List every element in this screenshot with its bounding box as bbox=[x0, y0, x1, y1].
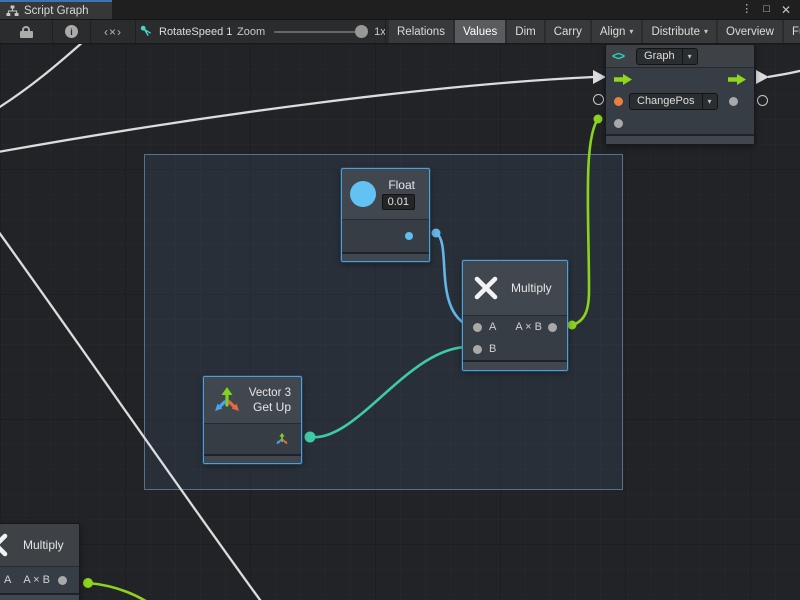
chevron-down-icon: ▾ bbox=[629, 27, 633, 36]
toolbar-button-distribute[interactable]: Distribute▾ bbox=[643, 20, 716, 43]
toolbar-button-relations[interactable]: Relations bbox=[389, 20, 453, 43]
node-float[interactable]: Float 0.01 bbox=[341, 168, 430, 262]
multiply2-node-title: Multiply bbox=[23, 538, 64, 552]
lock-icon bbox=[20, 26, 33, 38]
float-node-title: Float bbox=[388, 178, 415, 192]
multiply2-output-label: A × B bbox=[23, 574, 50, 586]
chevron-down-icon: ▾ bbox=[704, 27, 708, 36]
breadcrumb-label: RotateSpeed 1 bbox=[159, 26, 232, 38]
chevron-down-icon: ▾ bbox=[702, 94, 717, 109]
graph-breadcrumb[interactable]: RotateSpeed 1 bbox=[140, 20, 232, 43]
value-input-port[interactable] bbox=[614, 119, 623, 128]
code-graph-icon: <> bbox=[612, 49, 624, 63]
multiply-input-a-label: A bbox=[489, 321, 496, 333]
node-multiply[interactable]: Multiply A A × B B bbox=[462, 260, 568, 371]
zoom-label: Zoom bbox=[237, 26, 265, 38]
node-vector3-get-up[interactable]: Vector 3 Get Up bbox=[203, 376, 302, 464]
window-controls: ⋮ □ ✕ bbox=[741, 0, 800, 19]
titlebar: Script Graph ⋮ □ ✕ bbox=[0, 0, 800, 20]
float-type-icon bbox=[350, 181, 376, 207]
unconnected-port-ring-right[interactable] bbox=[757, 95, 768, 106]
wire-endpoint-green bbox=[594, 115, 603, 124]
chevron-down-icon: ▾ bbox=[682, 49, 697, 64]
node-multiply-partial[interactable]: Multiply A A × B bbox=[0, 523, 80, 600]
multiply-input-b-label: B bbox=[489, 343, 496, 355]
exec-wire-out-of-graph-node[interactable] bbox=[768, 70, 800, 77]
target-input-port[interactable] bbox=[614, 97, 623, 106]
graph-node-header: <> Graph ▾ bbox=[606, 45, 754, 67]
toolbar-button-values[interactable]: Values bbox=[455, 20, 505, 43]
float-node-header: Float 0.01 bbox=[342, 169, 429, 219]
multiply-output-label: A × B bbox=[515, 321, 542, 333]
float-output-port[interactable] bbox=[405, 232, 413, 240]
node-graph[interactable]: <> Graph ▾ ChangePos ▾ bbox=[605, 44, 755, 145]
toolbar-button-dim[interactable]: Dim bbox=[507, 20, 543, 43]
vector3-node-title: Vector 3 bbox=[249, 387, 291, 399]
vector3-node-header: Vector 3 Get Up bbox=[204, 377, 301, 423]
exec-wire-into-graph-node[interactable] bbox=[0, 77, 594, 152]
float-value-field[interactable]: 0.01 bbox=[382, 194, 415, 210]
multiply2-node-header: Multiply bbox=[0, 524, 79, 566]
data-wire-multiply2-out[interactable] bbox=[88, 583, 152, 600]
zoom-control: Zoom 1x bbox=[237, 20, 386, 43]
exec-arrowhead-out bbox=[756, 70, 769, 84]
info-button[interactable]: i bbox=[53, 20, 90, 43]
exec-output-arrow-icon[interactable] bbox=[728, 74, 746, 85]
graph-canvas[interactable]: <> Graph ▾ ChangePos ▾ bbox=[0, 44, 800, 600]
multiply2-output-port[interactable] bbox=[58, 576, 67, 585]
value-output-port[interactable] bbox=[729, 97, 738, 106]
vector3-node-footer bbox=[204, 454, 301, 463]
multiply2-input-a-label: A bbox=[4, 574, 11, 586]
wire-endpoint-green bbox=[83, 578, 93, 588]
changepos-dropdown[interactable]: ChangePos ▾ bbox=[629, 93, 718, 110]
zoom-slider-handle[interactable] bbox=[355, 25, 368, 38]
graph-hierarchy-icon bbox=[6, 5, 19, 17]
exec-input-arrow-icon[interactable] bbox=[614, 74, 632, 85]
vector3-node-subtitle: Get Up bbox=[253, 400, 291, 414]
graph-node-footer bbox=[606, 134, 754, 144]
multiply-node-header: Multiply bbox=[463, 261, 567, 315]
vector3-output-port-icon[interactable] bbox=[275, 432, 289, 446]
window-menu-icon[interactable]: ⋮ bbox=[741, 4, 752, 15]
multiply-input-b-port[interactable] bbox=[473, 345, 482, 354]
vector3-icon bbox=[212, 385, 242, 415]
graph-select[interactable]: Graph ▾ bbox=[636, 48, 698, 65]
info-icon: i bbox=[65, 25, 78, 38]
toolbar-button-carry[interactable]: Carry bbox=[546, 20, 590, 43]
code-view-toggle[interactable]: ‹×› bbox=[91, 20, 135, 43]
multiply-output-port[interactable] bbox=[548, 323, 557, 332]
multiply-icon bbox=[0, 532, 9, 558]
toolbar-button-fullscreen[interactable]: Full Screen bbox=[784, 20, 800, 43]
toolbar-buttons: Relations Values Dim Carry Align▾ Distri… bbox=[389, 20, 800, 43]
tab-title: Script Graph bbox=[24, 5, 89, 17]
zoom-slider[interactable] bbox=[274, 31, 362, 33]
close-icon[interactable]: ✕ bbox=[781, 4, 791, 16]
toolbar-button-align[interactable]: Align▾ bbox=[592, 20, 642, 43]
multiply-input-a-port[interactable] bbox=[473, 323, 482, 332]
multiply-node-title: Multiply bbox=[511, 281, 552, 295]
toolbar-button-overview[interactable]: Overview bbox=[718, 20, 782, 43]
multiply-node-footer bbox=[463, 360, 567, 370]
float-node-footer bbox=[342, 252, 429, 261]
script-graph-icon bbox=[140, 25, 153, 38]
multiply2-node-footer bbox=[0, 593, 79, 600]
exec-wire-topleft[interactable] bbox=[0, 44, 84, 110]
tab-script-graph[interactable]: Script Graph bbox=[0, 0, 112, 19]
code-icon: ‹×› bbox=[104, 25, 122, 39]
graph-toolbar: i ‹×› RotateSpeed 1 Zoom 1x Relations Va… bbox=[0, 20, 800, 44]
unity-script-graph-window: Script Graph ⋮ □ ✕ i ‹×› RotateSpeed 1 bbox=[0, 0, 800, 600]
lock-button[interactable] bbox=[0, 20, 52, 43]
multiply-icon bbox=[473, 275, 499, 301]
unconnected-port-ring-left[interactable] bbox=[593, 94, 604, 105]
zoom-value: 1x bbox=[374, 26, 386, 38]
maximize-icon[interactable]: □ bbox=[763, 4, 770, 15]
